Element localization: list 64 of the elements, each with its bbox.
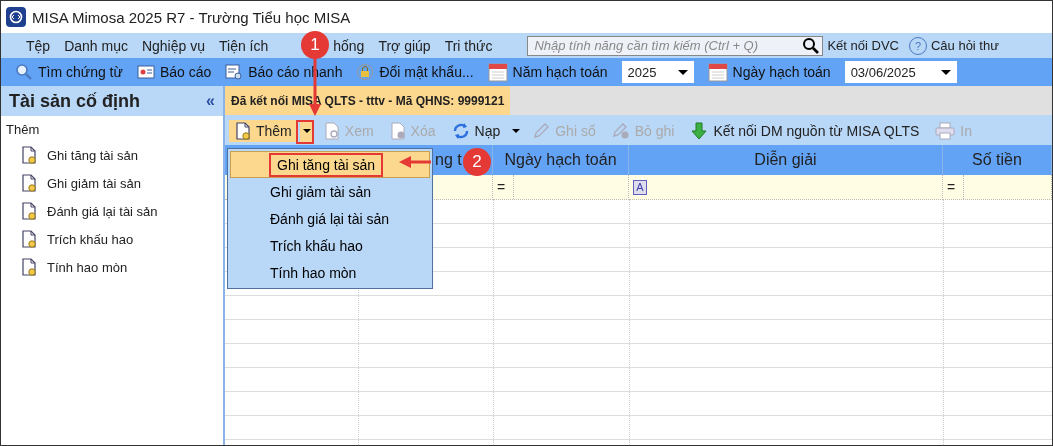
filter-operator[interactable]: = [947, 175, 964, 199]
help-link[interactable]: Câu hỏi thư [930, 38, 999, 53]
date-field[interactable]: 03/06/2025 [844, 61, 957, 83]
section-label: Thêm [5, 121, 41, 139]
document-icon [235, 122, 251, 140]
app-logo-icon [6, 7, 26, 27]
document-icon [21, 146, 37, 164]
refresh-icon [451, 122, 470, 140]
toolbar-button[interactable]: Tìm chứng từ [38, 64, 123, 80]
menu-item[interactable]: Đánh giá lại tài sản [230, 205, 430, 232]
year-dropdown[interactable]: 2025 [621, 61, 694, 83]
collapse-icon[interactable]: « [206, 92, 215, 110]
window-title: MISA Mimosa 2025 R7 - Trường Tiểu học MISA [32, 8, 351, 26]
dropdown-button[interactable] [299, 120, 314, 142]
filter-operator[interactable]: = [497, 175, 514, 199]
menu-item[interactable]: Tri thức [437, 37, 500, 54]
panel-title: Tài sản cố định [9, 90, 141, 112]
menu-item[interactable]: Ghi tăng tài sản [230, 151, 430, 178]
arrow-icon [399, 155, 431, 169]
sidebar-item[interactable]: Ghi giảm tài sản [47, 175, 141, 191]
search-field[interactable]: Nhập tính năng cần tìm kiếm (Ctrl + Q) [527, 35, 824, 56]
menu-item[interactable]: Nghiệp vụ [134, 37, 212, 54]
down-arrow-icon [690, 122, 709, 140]
calendar-icon [487, 62, 508, 82]
column-header[interactable]: Ngày hạch toán [493, 145, 629, 175]
menu-item[interactable]: Tệp [19, 37, 58, 54]
calendar-icon [707, 62, 728, 82]
report-magnifier-icon [225, 63, 244, 81]
sidebar-item[interactable]: Trích khấu hao [47, 231, 134, 247]
report-icon [136, 64, 155, 80]
year-label: Năm hạch toán [512, 64, 608, 80]
document-icon [21, 258, 37, 276]
toolbar-button[interactable]: Nạp [445, 120, 507, 142]
pen-cancel-icon [611, 122, 630, 140]
column-header[interactable]: Diễn giải [629, 145, 943, 175]
sidebar-item[interactable]: Tính hao mòn [47, 259, 128, 275]
pen-icon [532, 122, 551, 140]
date-label: Ngày hạch toán [732, 64, 831, 80]
document-delete-icon [389, 122, 406, 140]
toolbar-button[interactable]: Kết nối DM nguồn từ MISA QLTS [684, 120, 926, 142]
document-icon [21, 202, 37, 220]
menu-item[interactable]: hống [333, 37, 372, 54]
sidebar-item[interactable]: Đánh giá lại tài sản [47, 203, 158, 219]
connect-link[interactable]: Kết nối DVC [827, 38, 899, 53]
highlight-frame [296, 120, 314, 144]
search-icon [15, 63, 33, 81]
toolbar-button[interactable]: Thêm [229, 120, 296, 142]
menu-item[interactable]: Trích khấu hao [230, 232, 430, 259]
column-header[interactable]: Số tiền [943, 145, 1052, 175]
search-icon [802, 36, 821, 55]
menu-item[interactable]: Tiện ích [212, 37, 276, 54]
menu-item[interactable]: Ghi giảm tài sản [230, 178, 430, 205]
menu-item[interactable]: Tính hao mòn [230, 259, 430, 286]
lock-icon [356, 63, 375, 81]
sidebar-item[interactable]: Ghi tăng tài sản [47, 147, 139, 163]
menu-item[interactable]: Danh mục [57, 37, 135, 54]
menu-item[interactable]: Trợ giúp [371, 37, 438, 54]
document-magnifier-icon [323, 122, 340, 140]
toolbar-button[interactable]: Đổi mật khẩu... [379, 64, 474, 80]
printer-icon [935, 122, 956, 140]
document-icon [21, 174, 37, 192]
document-icon [21, 230, 37, 248]
toolbar-button[interactable]: Báo cáo [159, 64, 212, 80]
text-filter-icon[interactable]: A [633, 179, 647, 195]
